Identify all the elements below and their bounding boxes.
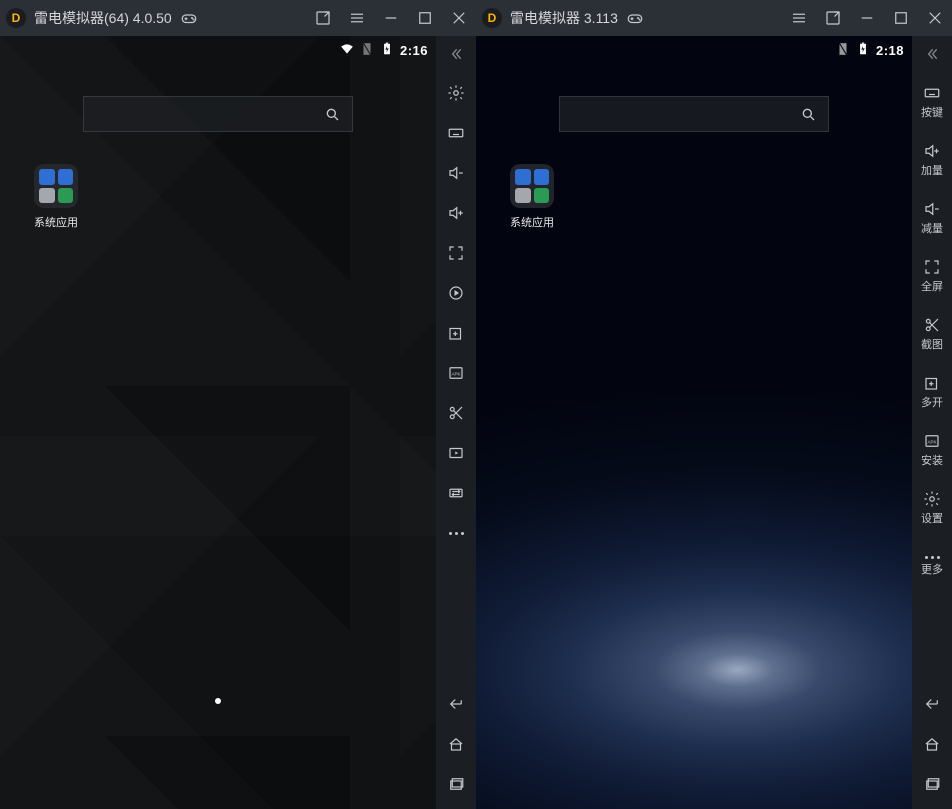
sync-icon[interactable] <box>436 274 476 312</box>
pager-indicator <box>215 698 221 704</box>
more-icon <box>925 556 940 559</box>
install-label: 安装 <box>921 452 943 468</box>
volume-up-icon[interactable] <box>436 194 476 232</box>
status-time: 2:18 <box>876 43 904 58</box>
multi-instance-icon[interactable] <box>436 314 476 352</box>
screenshot-button[interactable]: 截图 <box>912 306 952 362</box>
keymap-label: 按键 <box>921 104 943 120</box>
maximize-icon[interactable] <box>890 7 912 29</box>
close-icon[interactable] <box>924 7 946 29</box>
app-logo-icon: D <box>482 8 502 28</box>
svg-text:APK: APK <box>927 439 936 444</box>
folder-icon <box>510 164 554 208</box>
collapse-toolbar-button[interactable] <box>448 42 464 66</box>
app-logo-icon: D <box>6 8 26 28</box>
minimize-icon[interactable] <box>380 7 402 29</box>
fullscreen-button[interactable]: 全屏 <box>912 248 952 304</box>
minimize-icon[interactable] <box>856 7 878 29</box>
close-icon[interactable] <box>448 7 470 29</box>
window-title: 雷电模拟器 3.113 <box>510 8 618 28</box>
sim-icon <box>836 42 850 59</box>
svg-text:APK: APK <box>451 371 460 376</box>
wifi-icon <box>340 42 354 59</box>
app-folder-label: 系统应用 <box>28 214 84 230</box>
volume-down-label: 减量 <box>921 220 943 236</box>
search-icon <box>800 106 816 122</box>
search-input[interactable] <box>559 96 829 132</box>
home-icon[interactable] <box>912 725 952 763</box>
screenshot-label: 截图 <box>921 336 943 352</box>
volume-down-icon[interactable] <box>436 154 476 192</box>
multi-instance-button[interactable]: 多开 <box>912 364 952 420</box>
titlebar-right: D 雷电模拟器 3.113 <box>476 0 952 36</box>
fullscreen-icon[interactable] <box>436 234 476 272</box>
search-input[interactable] <box>83 96 353 132</box>
android-statusbar: 2:18 <box>476 36 912 64</box>
folder-icon <box>34 164 78 208</box>
recent-apps-icon[interactable] <box>436 765 476 803</box>
gamepad-icon[interactable] <box>178 7 200 29</box>
settings-gear-icon[interactable] <box>436 74 476 112</box>
search-icon <box>324 106 340 122</box>
screenshot-icon[interactable] <box>822 7 844 29</box>
battery-icon <box>856 42 870 59</box>
keymap-button[interactable]: 按键 <box>912 74 952 130</box>
phone-screen-right[interactable]: 2:18 系统应用 <box>476 36 912 809</box>
menu-icon[interactable] <box>346 7 368 29</box>
back-icon[interactable] <box>912 685 952 723</box>
sim-icon <box>360 42 374 59</box>
multi-label: 多开 <box>921 394 943 410</box>
toolbar-left: APK <box>436 36 476 809</box>
menu-icon[interactable] <box>788 7 810 29</box>
screenshot-icon[interactable] <box>312 7 334 29</box>
apk-install-icon[interactable]: APK <box>436 354 476 392</box>
app-folder-label: 系统应用 <box>504 214 560 230</box>
more-icon[interactable] <box>436 514 476 552</box>
maximize-icon[interactable] <box>414 7 436 29</box>
recent-apps-icon[interactable] <box>912 765 952 803</box>
battery-icon <box>380 42 394 59</box>
emulator-window-right: D 雷电模拟器 3.113 <box>476 0 952 809</box>
more-button[interactable]: 更多 <box>912 538 952 594</box>
fullscreen-label: 全屏 <box>921 278 943 294</box>
scissors-icon[interactable] <box>436 394 476 432</box>
more-label: 更多 <box>921 561 943 577</box>
app-folder[interactable]: 系统应用 <box>28 164 84 230</box>
rotate-icon[interactable] <box>436 474 476 512</box>
home-icon[interactable] <box>436 725 476 763</box>
phone-screen-left[interactable]: 2:16 系统应用 <box>0 36 436 809</box>
window-title: 雷电模拟器(64) 4.0.50 <box>34 8 172 28</box>
android-statusbar: 2:16 <box>0 36 436 64</box>
gamepad-icon[interactable] <box>624 7 646 29</box>
back-icon[interactable] <box>436 685 476 723</box>
emulator-window-left: D 雷电模拟器(64) 4.0.50 <box>0 0 476 809</box>
collapse-toolbar-button[interactable] <box>924 42 940 66</box>
volume-down-button[interactable]: 减量 <box>912 190 952 246</box>
settings-button[interactable]: 设置 <box>912 480 952 536</box>
volume-up-label: 加量 <box>921 162 943 178</box>
status-time: 2:16 <box>400 43 428 58</box>
volume-up-button[interactable]: 加量 <box>912 132 952 188</box>
video-record-icon[interactable] <box>436 434 476 472</box>
toolbar-right: 按键 加量 减量 全屏 截图 多开 APK <box>912 36 952 809</box>
titlebar-left: D 雷电模拟器(64) 4.0.50 <box>0 0 476 36</box>
install-apk-button[interactable]: APK 安装 <box>912 422 952 478</box>
keyboard-icon[interactable] <box>436 114 476 152</box>
settings-label: 设置 <box>921 510 943 526</box>
app-folder[interactable]: 系统应用 <box>504 164 560 230</box>
